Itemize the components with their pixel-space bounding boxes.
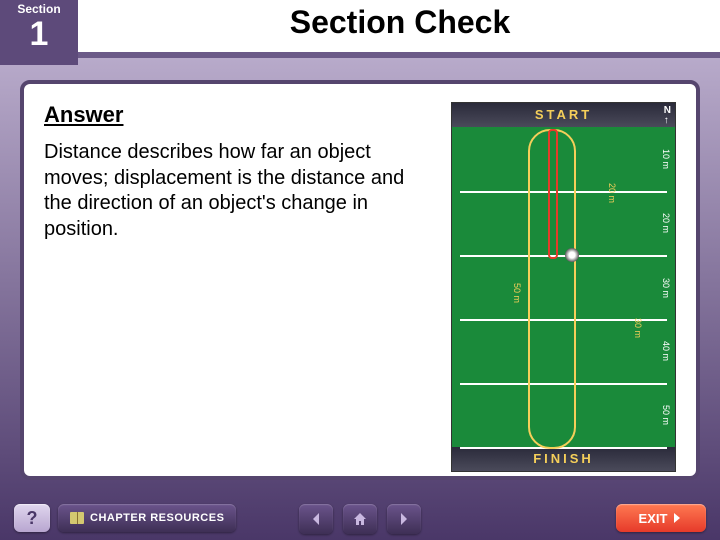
section-badge: Section 1: [0, 0, 78, 65]
section-label: Section: [0, 2, 78, 16]
prev-button[interactable]: [299, 504, 333, 534]
finish-band: FINISH: [452, 447, 675, 471]
distance-label: 20 m: [661, 213, 671, 233]
exit-button[interactable]: EXIT: [616, 504, 706, 532]
distance-label: 30 m: [661, 278, 671, 298]
yardline: [460, 447, 667, 449]
exit-label: EXIT: [639, 511, 668, 526]
field-diagram: START FINISH N↑ 10 m 20 m 30 m 40 m 50 m…: [451, 102, 676, 472]
section-number: 1: [0, 16, 78, 53]
start-band: START: [452, 103, 675, 127]
chapter-resources-button[interactable]: CHAPTER RESOURCES: [58, 504, 236, 532]
chevron-left-icon: [308, 511, 324, 527]
path-inner: [548, 129, 558, 259]
next-button[interactable]: [387, 504, 421, 534]
help-button[interactable]: ?: [14, 504, 50, 532]
footer-bar: ? CHAPTER RESOURCES EXIT: [0, 496, 720, 540]
help-icon: ?: [27, 508, 38, 529]
compass-icon: N↑: [664, 106, 671, 126]
answer-body: Distance describes how far an object mov…: [44, 140, 437, 242]
page-title: Section Check: [80, 4, 720, 41]
path-label: 30 m: [633, 318, 643, 338]
nav-controls: [299, 504, 421, 534]
chapter-resources-label: CHAPTER RESOURCES: [90, 512, 224, 524]
distance-label: 10 m: [661, 149, 671, 169]
chevron-right-icon: [396, 511, 412, 527]
distance-label: 50 m: [661, 405, 671, 425]
home-button[interactable]: [343, 504, 377, 534]
distance-label: 40 m: [661, 341, 671, 361]
answer-heading: Answer: [44, 102, 437, 128]
chevron-right-icon: [671, 512, 683, 524]
path-label: 50 m: [512, 283, 522, 303]
header-bar: Section Check: [0, 0, 720, 58]
content-frame: Answer Distance describes how far an obj…: [20, 80, 700, 480]
runner-icon: [565, 248, 579, 262]
text-column: Answer Distance describes how far an obj…: [44, 102, 437, 458]
path-label: 20 m: [607, 183, 617, 203]
book-icon: [70, 512, 84, 524]
home-icon: [352, 511, 368, 527]
